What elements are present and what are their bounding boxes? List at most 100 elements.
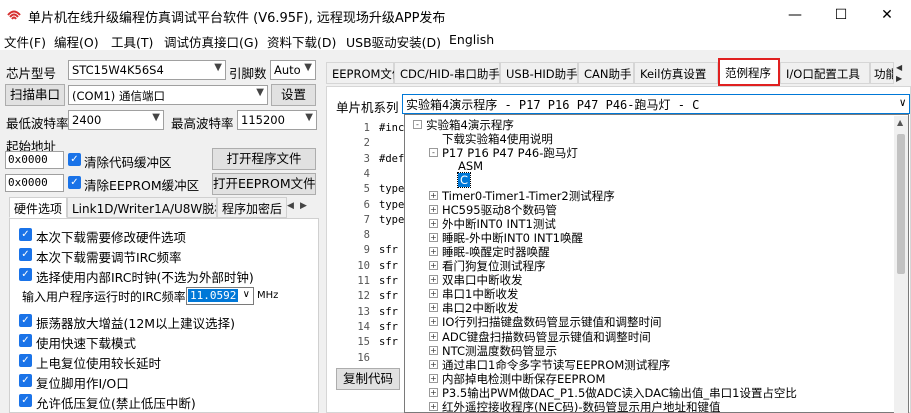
tab-scroll-left-icon[interactable]: ◀ (287, 201, 294, 211)
irc-frequency-select[interactable]: 11.0592 ∨ (186, 287, 254, 305)
reset-pin-io-checkbox[interactable]: ✓ (19, 374, 32, 387)
irc-frequency-value: 11.0592 (188, 289, 239, 302)
collapse-icon[interactable]: - (429, 148, 438, 158)
open-eeprom-button[interactable]: 打开EEPROM文件 (212, 173, 316, 195)
tab-example-programs[interactable]: 范例程序 (718, 58, 780, 86)
max-baud-select[interactable]: 115200 ▼ (237, 110, 317, 130)
expand-icon[interactable]: + (429, 232, 438, 242)
tree-item[interactable]: ASM (458, 159, 483, 173)
expand-icon[interactable]: + (429, 317, 438, 327)
menu-program[interactable]: 编程(O) (54, 32, 99, 51)
long-reset-delay-checkbox[interactable]: ✓ (19, 354, 32, 367)
chip-model-select[interactable]: STC15W4K56S4 ▼ (68, 60, 226, 80)
pin-count-label: 引脚数 (229, 66, 267, 81)
clear-eeprom-label: 清除EEPROM缓冲区 (84, 178, 200, 193)
scroll-up-icon[interactable]: ▲ (897, 118, 903, 127)
tree-item[interactable]: 红外遥控接收程序(NEC码)-数码管显示用户地址和键值 (442, 399, 721, 412)
open-program-button[interactable]: 打开程序文件 (212, 148, 316, 170)
tab-scroll-right-icon[interactable]: ▶ (300, 201, 307, 211)
fast-download-checkbox[interactable]: ✓ (19, 334, 32, 347)
tab-can[interactable]: CAN助手 (578, 62, 634, 84)
window-title: 单片机在线升级编程仿真调试平台软件 (V6.95F), 远程现场升级APP发布 (28, 11, 446, 26)
tab-usb-hid[interactable]: USB-HID助手 (500, 62, 578, 84)
menu-usb-driver[interactable]: USB驱动安装(D) (346, 32, 441, 51)
expand-icon[interactable]: + (429, 289, 438, 299)
code-address-input[interactable]: 0x0000 (5, 151, 64, 169)
menu-english[interactable]: English (449, 32, 494, 47)
expand-icon[interactable]: + (429, 218, 438, 228)
oscillator-gain-checkbox[interactable]: ✓ (19, 314, 32, 327)
line-number: 9 (363, 244, 370, 257)
program-tree-dropdown[interactable]: - 实验箱4演示程序 下载实验箱4使用说明 - P17 P16 P47 P46-跑马灯 A… (404, 114, 909, 413)
port-select[interactable]: (COM1) 通信端口 ▼ (68, 85, 268, 105)
tab-eeprom-file[interactable]: EEPROM文件 (326, 62, 403, 84)
minimize-button[interactable]: — (772, 0, 818, 30)
title-bar: 单片机在线升级编程仿真调试平台软件 (V6.95F), 远程现场升级APP发布 … (0, 0, 911, 30)
expand-icon[interactable]: + (429, 190, 438, 200)
adjust-irc-checkbox[interactable]: ✓ (19, 248, 32, 261)
expand-icon[interactable]: + (429, 402, 438, 411)
scrollbar-thumb[interactable] (897, 134, 905, 274)
code-line: sfr (379, 290, 398, 303)
menu-download[interactable]: 资料下载(D) (267, 32, 336, 51)
internal-irc-checkbox[interactable]: ✓ (19, 268, 32, 281)
tab-scroll-arrows-icon[interactable]: ◀ ▶ (896, 62, 911, 84)
maximize-button[interactable]: ☐ (818, 0, 864, 30)
pin-count-select[interactable]: Auto ▼ (270, 60, 316, 80)
clear-code-checkbox[interactable]: ✓ (68, 153, 81, 166)
code-line: #inc (379, 122, 405, 134)
tab-keil-sim[interactable]: Keil仿真设置 (634, 62, 718, 84)
tab-hardware-options[interactable]: 硬件选项 (9, 197, 67, 218)
tab-functions[interactable]: 功能 (870, 62, 894, 84)
settings-button[interactable]: 设置 (271, 84, 316, 106)
expand-icon[interactable]: + (429, 331, 438, 341)
series-select[interactable]: 实验箱4演示程序 - P17 P16 P47 P46-跑马灯 - C ∨ (402, 94, 910, 114)
collapse-icon[interactable]: - (413, 120, 422, 129)
chevron-down-icon: ▼ (304, 62, 312, 73)
expand-icon[interactable]: + (429, 387, 438, 397)
expand-icon[interactable]: + (429, 204, 438, 214)
fast-download-label: 使用快速下载模式 (36, 336, 137, 351)
code-line: type (379, 183, 405, 196)
scan-port-button[interactable]: 扫描串口 (5, 84, 65, 106)
tab-cdc-hid-serial[interactable]: CDC/HID-串口助手 (394, 62, 500, 84)
tree-scrollbar[interactable]: ▲ (894, 116, 908, 413)
menu-file[interactable]: 文件(F) (4, 32, 46, 51)
expand-icon[interactable]: + (429, 303, 438, 313)
eeprom-address-input[interactable]: 0x0000 (5, 174, 64, 192)
code-line: sfr (379, 259, 398, 272)
internal-irc-label: 选择使用内部IRC时钟(不选为外部时钟) (36, 270, 254, 285)
tab-io-config[interactable]: I/O口配置工具 (780, 62, 870, 84)
max-baud-label: 最高波特率 (171, 116, 234, 131)
code-line: sfr (379, 336, 398, 349)
chevron-down-icon: ▼ (305, 112, 313, 123)
clear-eeprom-checkbox[interactable]: ✓ (68, 176, 81, 189)
tab-encryption[interactable]: 程序加密后 (217, 197, 287, 218)
modify-hardware-checkbox[interactable]: ✓ (19, 228, 32, 241)
line-number: 3 (363, 152, 370, 165)
tab-offline[interactable]: Link1D/Writer1A/U8W脱机 (67, 197, 217, 218)
expand-icon[interactable]: + (429, 345, 438, 355)
tree-item[interactable]: C (456, 172, 472, 189)
chevron-down-icon: ▼ (152, 112, 160, 123)
min-baud-select[interactable]: 2400 ▼ (68, 110, 164, 130)
expand-icon[interactable]: + (429, 246, 438, 256)
expand-icon[interactable]: + (429, 373, 438, 383)
line-number: 5 (363, 183, 370, 196)
menu-tools[interactable]: 工具(T) (111, 32, 153, 51)
copy-code-button[interactable]: 复制代码 (336, 368, 400, 390)
menu-debug[interactable]: 调试仿真接口(G) (164, 32, 258, 51)
code-line: sfr (379, 244, 398, 257)
expand-icon[interactable]: + (429, 261, 438, 270)
close-button[interactable]: ✕ (864, 0, 910, 30)
line-number: 1 (363, 122, 370, 134)
long-reset-delay-label: 上电复位使用较长延时 (36, 356, 162, 371)
chevron-down-icon: ∨ (899, 96, 906, 109)
expand-icon[interactable]: + (429, 359, 438, 369)
code-line: #def (379, 152, 405, 165)
expand-icon[interactable]: + (429, 275, 438, 285)
low-voltage-reset-checkbox[interactable]: ✓ (19, 394, 32, 407)
reset-pin-io-label: 复位脚用作I/O口 (36, 376, 129, 391)
line-number: 13 (357, 305, 370, 318)
line-number: 4 (363, 167, 370, 180)
